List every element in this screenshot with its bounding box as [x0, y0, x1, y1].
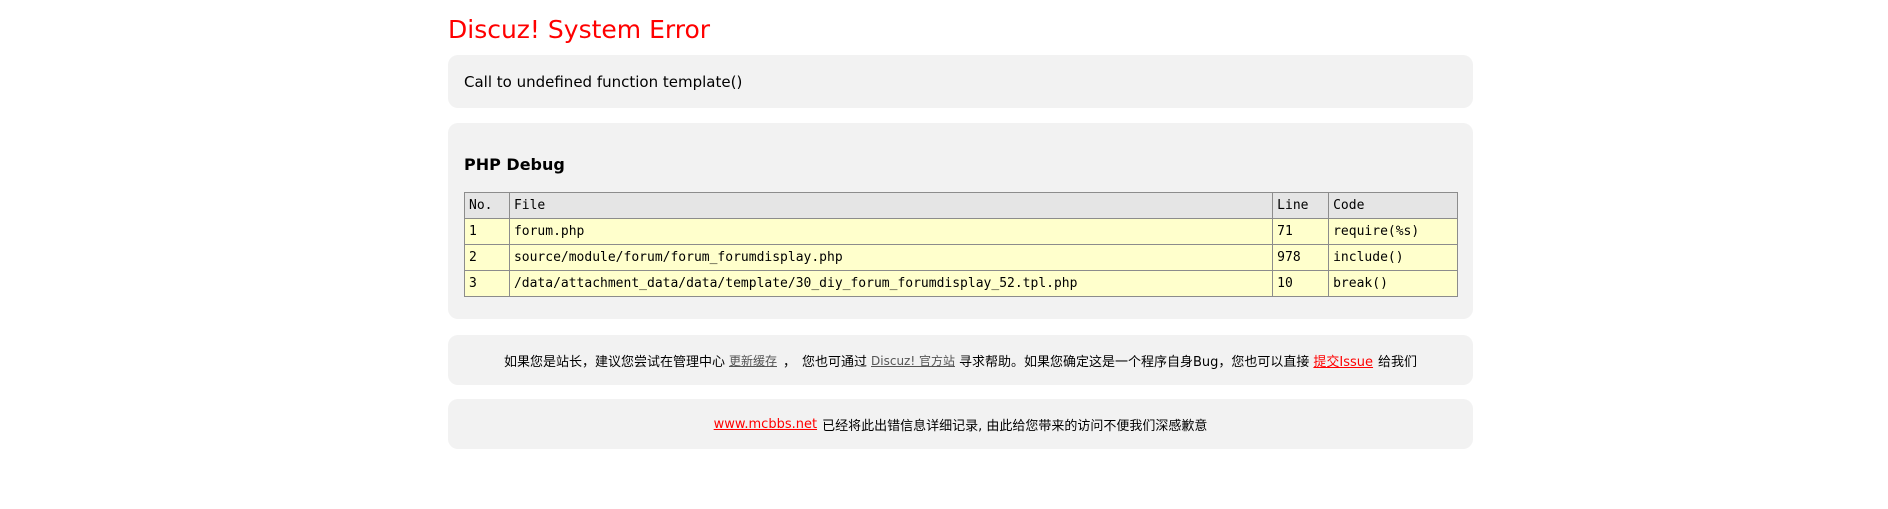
- debug-title: PHP Debug: [464, 155, 565, 174]
- footer-text: 已经将此出错信息详细记录, 由此给您带来的访问不便我们深感歉意: [822, 418, 1208, 434]
- cell-code: require(%s): [1328, 218, 1458, 245]
- help-box: 如果您是站长，建议您尝试在管理中心 更新缓存 ， 您也可通过 Discuz! 官…: [448, 335, 1473, 385]
- cell-file: forum.php: [508, 218, 1274, 245]
- table-row: 1 forum.php 71 require(%s): [464, 218, 1458, 245]
- cell-file: /data/attachment_data/data/template/30_d…: [508, 270, 1274, 297]
- cell-code: include(): [1328, 244, 1458, 271]
- table-header-row: No. File Line Code: [464, 192, 1458, 219]
- header-line: Line: [1272, 192, 1330, 219]
- cell-line: 10: [1272, 270, 1330, 297]
- footer-box: www.mcbbs.net 已经将此出错信息详细记录, 由此给您带来的访问不便我…: [448, 399, 1473, 449]
- official-site-link[interactable]: Discuz! 官方站: [871, 352, 955, 369]
- site-link[interactable]: www.mcbbs.net: [714, 417, 817, 432]
- help-separator: ，: [782, 354, 796, 370]
- table-row: 3 /data/attachment_data/data/template/30…: [464, 270, 1458, 297]
- table-row: 2 source/module/forum/forum_forumdisplay…: [464, 244, 1458, 271]
- help-text-2: 您也可通过: [802, 354, 868, 370]
- header-file: File: [508, 192, 1274, 219]
- help-text-4: 给我们: [1378, 354, 1418, 370]
- error-message-box: Call to undefined function template(): [448, 55, 1473, 108]
- update-cache-link[interactable]: 更新缓存: [729, 352, 777, 369]
- debug-table: No. File Line Code 1 forum.php 71 requir…: [464, 192, 1458, 297]
- help-text-3: 寻求帮助。如果您确定这是一个程序自身Bug，您也可以直接: [958, 354, 1310, 370]
- debug-box: PHP Debug No. File Line Code 1 forum.php…: [448, 123, 1473, 319]
- cell-no: 1: [464, 218, 510, 245]
- error-page: Discuz! System Error Call to undefined f…: [448, 0, 1473, 449]
- cell-line: 71: [1272, 218, 1330, 245]
- cell-file: source/module/forum/forum_forumdisplay.p…: [508, 244, 1274, 271]
- header-code: Code: [1328, 192, 1458, 219]
- cell-line: 978: [1272, 244, 1330, 271]
- cell-code: break(): [1328, 270, 1458, 297]
- help-text-1: 如果您是站长，建议您尝试在管理中心: [503, 354, 725, 370]
- cell-no: 2: [464, 244, 510, 271]
- page-title: Discuz! System Error: [448, 15, 711, 44]
- cell-no: 3: [464, 270, 510, 297]
- error-message: Call to undefined function template(): [464, 72, 743, 91]
- submit-issue-link[interactable]: 提交Issue: [1313, 351, 1373, 370]
- header-no: No.: [464, 192, 510, 219]
